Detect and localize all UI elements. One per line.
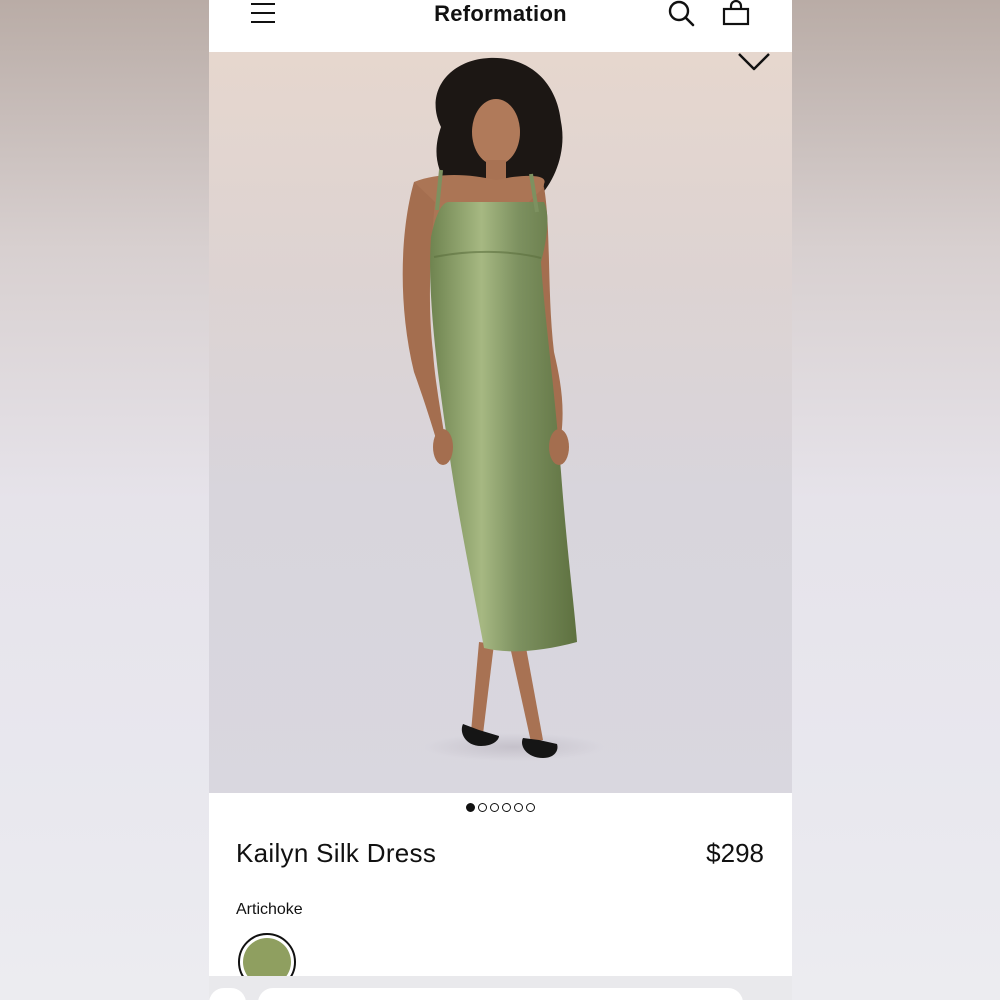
brand-logo[interactable]: Reformation	[209, 0, 792, 28]
top-navigation-bar: Reformation	[209, 0, 792, 52]
image-carousel-indicator	[209, 803, 792, 817]
carousel-dot[interactable]	[466, 803, 475, 812]
product-price: $298	[706, 838, 764, 868]
carousel-dot[interactable]	[478, 803, 487, 812]
shopping-bag-icon[interactable]	[721, 0, 751, 30]
carousel-dot[interactable]	[502, 803, 511, 812]
heart-icon[interactable]	[737, 52, 771, 76]
carousel-dot[interactable]	[526, 803, 535, 812]
product-title: Kailyn Silk Dress	[236, 838, 437, 868]
browser-address-pill[interactable]	[258, 988, 743, 1000]
carousel-dot[interactable]	[514, 803, 523, 812]
selected-color-label: Artichoke	[236, 901, 303, 918]
product-page: Reformation Kailyn Silk Dress $298 Artic…	[209, 0, 792, 1000]
carousel-dot[interactable]	[490, 803, 499, 812]
search-icon[interactable]	[667, 0, 697, 30]
product-image[interactable]	[209, 52, 792, 793]
model-photo	[402, 57, 604, 761]
